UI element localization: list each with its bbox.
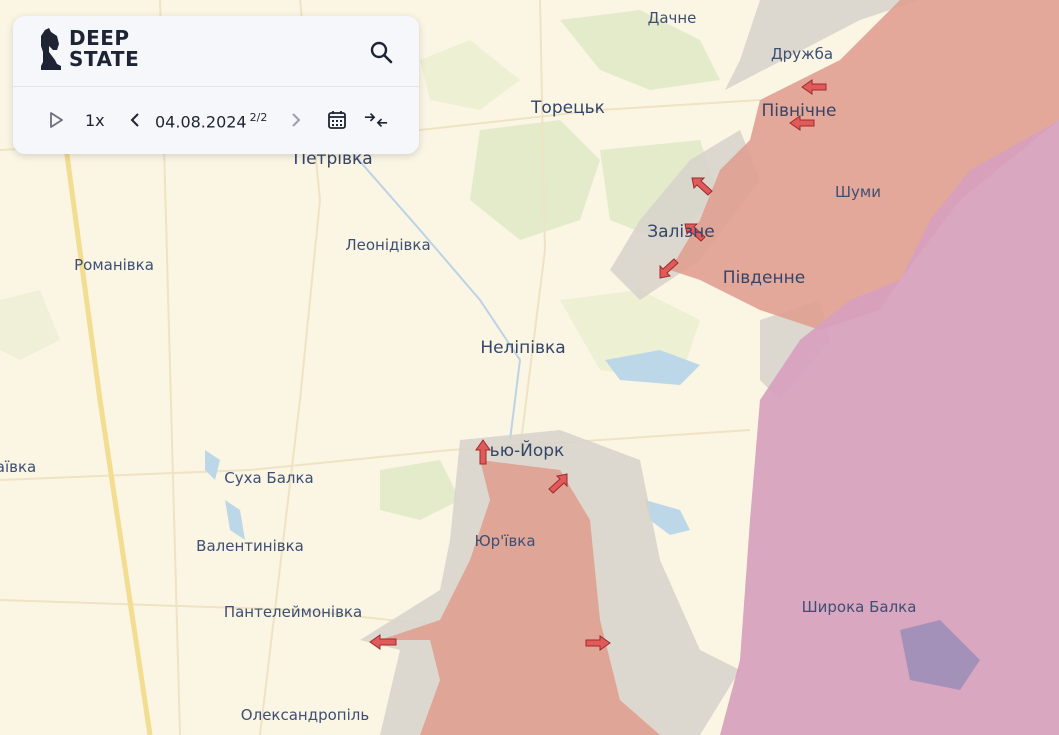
place-label: Неліпівка — [480, 338, 566, 358]
logo-line-2: STATE — [69, 47, 140, 71]
place-label: Пантелеймонівка — [223, 603, 363, 621]
chess-knight-icon — [41, 28, 61, 70]
place-label: Олександропіль — [240, 706, 370, 724]
date-value: 04.08.2024 — [155, 112, 247, 132]
place-label: Широка Балка — [801, 598, 917, 616]
chevron-left-icon — [130, 113, 139, 127]
panel-divider — [13, 86, 419, 87]
logo[interactable]: DEEP STATE — [39, 28, 139, 70]
play-icon — [50, 112, 63, 128]
place-label: Валентинівка — [196, 537, 304, 555]
compare-button[interactable] — [364, 108, 388, 132]
previous-date-button[interactable] — [123, 108, 147, 132]
place-label: Романівка — [74, 256, 154, 274]
place-label: Леонідівка — [345, 236, 431, 254]
play-button[interactable] — [44, 108, 68, 132]
date-suffix: 2/2 — [249, 111, 268, 124]
chevron-right-icon — [292, 113, 301, 127]
place-label: ью-Йорк — [489, 441, 565, 461]
highway — [62, 139, 153, 735]
search-icon — [370, 41, 393, 64]
speed-button[interactable]: 1x — [85, 111, 105, 130]
compare-arrows-icon — [364, 112, 388, 128]
next-date-button[interactable] — [284, 108, 308, 132]
place-label: Північне — [761, 101, 837, 121]
place-label: аївка — [0, 458, 37, 476]
place-label: Юр'ївка — [474, 532, 536, 550]
place-label: Суха Балка — [224, 469, 314, 487]
place-label: Дружба — [770, 45, 834, 63]
place-label: Торецьк — [531, 98, 605, 118]
place-label: Південне — [722, 268, 806, 288]
search-button[interactable] — [367, 38, 395, 66]
place-label: Шуми — [835, 183, 881, 201]
date-display[interactable]: 04.08.2024 2/2 — [155, 111, 267, 131]
control-panel: DEEP STATE 1x 04.08.2024 2/2 — [13, 16, 419, 154]
calendar-icon — [328, 111, 346, 129]
calendar-button[interactable] — [325, 108, 349, 132]
place-label: Залізне — [647, 222, 715, 242]
logo-line-1: DEEP — [69, 26, 130, 50]
place-label: Дачне — [647, 9, 697, 27]
